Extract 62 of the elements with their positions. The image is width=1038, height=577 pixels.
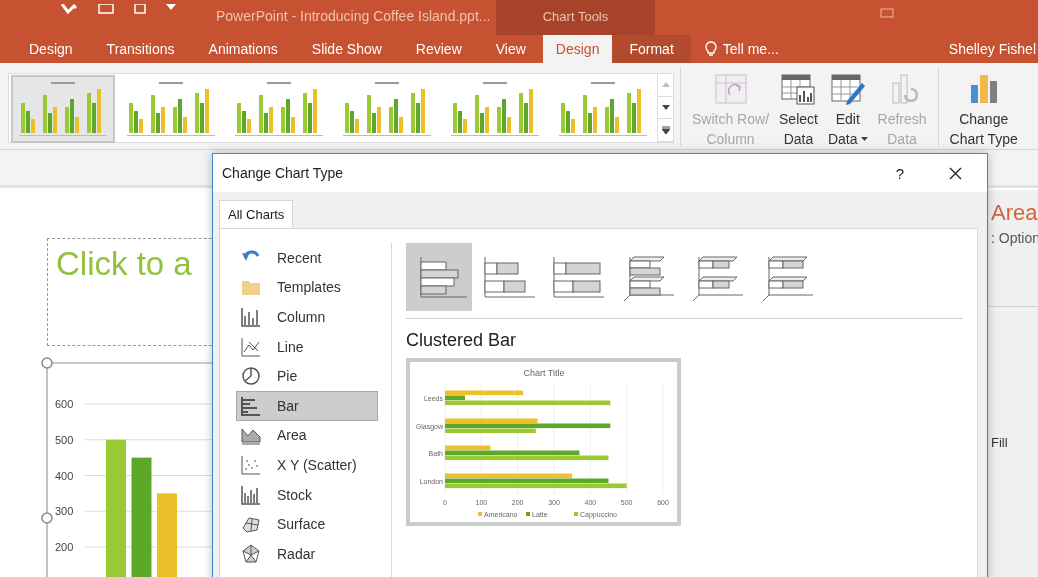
chart-type-item[interactable]: Surface (236, 509, 378, 539)
chart-type-item[interactable]: Pie (236, 361, 378, 391)
ribbon-button[interactable]: Edit Data (822, 63, 873, 149)
ribbon-tab[interactable]: Slide Show (294, 35, 399, 63)
dropdown-icon[interactable] (166, 4, 176, 10)
bar-icon (241, 395, 261, 416)
chart-type-item[interactable]: Area (236, 420, 378, 451)
ribbon-tab[interactable]: Design (542, 35, 613, 63)
help-button[interactable]: ? (885, 164, 915, 182)
scatter-icon (241, 454, 261, 475)
pane-heading: Area (991, 200, 1038, 226)
dialog-tab[interactable]: All Charts (219, 200, 294, 228)
lightbulb-icon (704, 41, 717, 57)
pie-icon (241, 366, 261, 387)
context-label: Chart Tools (542, 9, 609, 26)
chart-type-item[interactable]: Recent (236, 243, 378, 273)
chart-type-item[interactable]: X Y (Scatter) (236, 450, 378, 480)
chart-style-thumbnail[interactable] (11, 75, 115, 143)
table-chart-icon (781, 73, 816, 105)
ribbon-tab[interactable]: Format (612, 35, 691, 63)
chart-title: Chart Title (523, 368, 565, 378)
pane-section-label[interactable]: Fill (991, 435, 1038, 450)
ribbon-tab[interactable]: Design (12, 35, 90, 63)
restore-icon[interactable] (880, 8, 894, 18)
radar-icon (241, 543, 261, 564)
ribbon-button[interactable]: Select Data (774, 63, 823, 149)
column-icon (241, 307, 261, 327)
chart-type-item[interactable]: Bar (236, 390, 378, 421)
ribbon-button[interactable]: Change Chart Type (944, 63, 1023, 149)
resize-handle[interactable] (41, 357, 53, 369)
surface-icon (241, 514, 261, 535)
tell-me-button[interactable]: Tell me... (704, 35, 779, 63)
stock-icon (241, 484, 261, 505)
axis-label: 500 (55, 433, 74, 446)
table-pencil-icon (830, 73, 865, 105)
close-icon (948, 166, 962, 180)
axis-label: 400 (55, 469, 74, 482)
page-icon[interactable] (134, 4, 146, 14)
ribbon-tab[interactable]: Review (398, 35, 479, 63)
ribbon-tab[interactable]: Transitions (89, 35, 192, 63)
chart-type-item[interactable]: Stock (236, 479, 378, 510)
user-name[interactable]: Shelley Fishel (948, 41, 1038, 57)
chart-type-item[interactable]: Column (236, 302, 378, 332)
more-icon (661, 126, 670, 135)
caret-up-icon (661, 82, 670, 88)
dialog-title: Change Chart Type (222, 165, 344, 181)
caret-icon (860, 137, 868, 141)
line-icon (241, 336, 261, 357)
ribbon-tab[interactable]: Animations (191, 35, 295, 63)
chart-type-item[interactable]: Line (236, 331, 378, 362)
table-arrows-icon (713, 73, 748, 105)
chart-type-item[interactable]: Templates (236, 272, 378, 303)
caret-down-icon (661, 105, 670, 110)
chart-type-item[interactable]: Radar (236, 538, 378, 569)
axis-label: 300 (55, 505, 74, 518)
column-chart[interactable]: 200 300 400 500 600 (40, 356, 220, 577)
resize-handle[interactable] (41, 512, 53, 524)
chart-subtype-button[interactable] (406, 243, 472, 311)
ribbon-tab[interactable]: View (478, 35, 543, 63)
axis-label: 600 (55, 398, 74, 410)
axis-label: 200 (55, 541, 74, 553)
chart-subtype-title: Clustered Bar (406, 330, 518, 351)
